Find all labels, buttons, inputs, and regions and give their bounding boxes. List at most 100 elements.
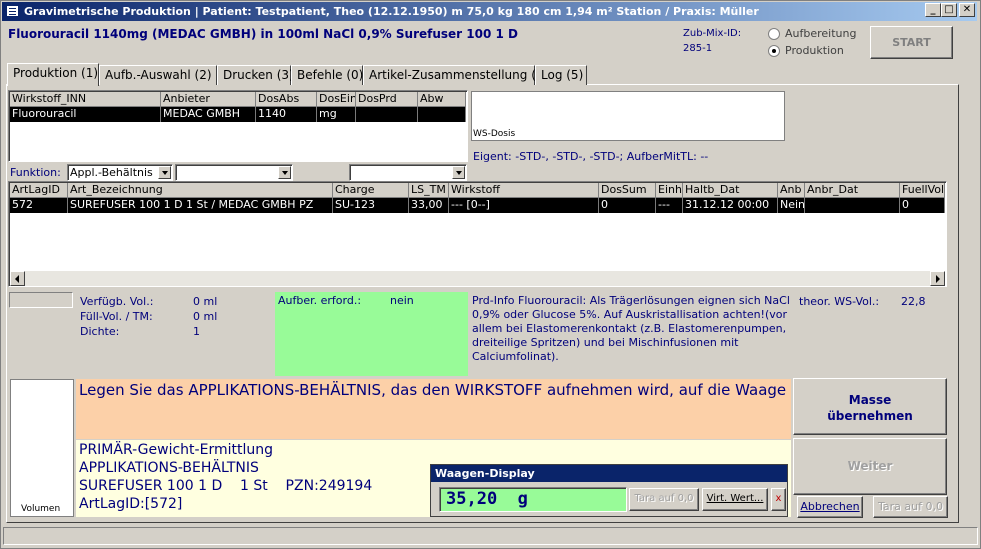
- tab-produktion[interactable]: Produktion (1): [7, 63, 99, 86]
- instruction-text: Legen Sie das APPLIKATIONS-BEHÄLTNIS, da…: [76, 379, 791, 439]
- waagen-weight-display: 35,20 g: [439, 487, 627, 512]
- drug-title: Fluorouracil 1140mg (MEDAC GMBH) in 100m…: [8, 27, 518, 41]
- table-row[interactable]: Fluorouracil MEDAC GMBH 1140 mg: [10, 107, 466, 122]
- funktion-combo-value: Appl.-Behältnis: [70, 166, 153, 179]
- cell-ls-tm: 33,00: [409, 198, 449, 213]
- col-abw[interactable]: Abw: [418, 92, 466, 107]
- details-line-1: PRIMÄR-Gewicht-Ermittlung: [79, 442, 273, 458]
- radio-circle-checked[interactable]: [768, 45, 780, 57]
- funktion-combo-2[interactable]: [175, 164, 293, 181]
- col-anbr-dat[interactable]: Anbr_Dat: [805, 183, 900, 198]
- zub-mix-value: 285-1: [683, 43, 713, 54]
- status-field: [9, 292, 73, 308]
- cell-charge: SU-123: [333, 198, 409, 213]
- app-icon: [6, 5, 19, 17]
- ws-dosis-box: WS-Dosis: [471, 91, 785, 141]
- cell-anb: Nein: [780, 198, 805, 213]
- tab-befehle[interactable]: Befehle (0): [291, 65, 363, 85]
- cell-fuellvol: 0: [900, 198, 945, 213]
- theor-ws-vol-value: 22,8: [901, 295, 926, 308]
- zub-mix-label: Zub-Mix-ID:: [683, 28, 742, 39]
- col-haltb-dat[interactable]: Haltb_Dat: [683, 183, 778, 198]
- col-dosein[interactable]: DosEin: [317, 92, 356, 107]
- dichte-value: 1: [193, 325, 200, 338]
- col-wirkstoff[interactable]: Wirkstoff: [449, 183, 599, 198]
- col-wirkstoff-inn[interactable]: Wirkstoff_INN: [10, 92, 161, 107]
- cell-einh: ---: [656, 198, 683, 213]
- weiter-button[interactable]: Weiter: [793, 438, 947, 495]
- chevron-down-icon[interactable]: [158, 166, 171, 179]
- col-dosprd[interactable]: DosPrd: [356, 92, 418, 107]
- close-button[interactable]: ✕: [959, 3, 975, 17]
- aufber-value: nein: [390, 294, 414, 307]
- cell-anbieter: MEDAC GMBH: [161, 107, 256, 122]
- waagen-display-window: Waagen-Display 35,20 g Tara auf 0,0 Virt…: [430, 464, 788, 517]
- cell-art-bezeichnung: SUREFUSER 100 1 D 1 St / MEDAC GMBH PZ: [68, 198, 333, 213]
- col-artlagid[interactable]: ArtLagID: [10, 183, 68, 198]
- table-row[interactable]: 572 SUREFUSER 100 1 D 1 St / MEDAC GMBH …: [10, 198, 945, 213]
- wirkstoff-table: Wirkstoff_INN Anbieter DosAbs DosEin Dos…: [8, 90, 468, 162]
- cell-dosein: mg: [317, 107, 356, 122]
- tab-log[interactable]: Log (5): [535, 65, 587, 85]
- col-dosabs[interactable]: DosAbs: [256, 92, 317, 107]
- radio-aufbereitung-label: Aufbereitung: [785, 27, 857, 40]
- funktion-combo-3[interactable]: [349, 164, 467, 181]
- scroll-left-icon[interactable]: [10, 271, 25, 286]
- aufber-label: Aufber. erford.:: [278, 294, 362, 307]
- artikel-table-header: ArtLagID Art_Bezeichnung Charge LS_TM Wi…: [10, 183, 945, 198]
- cell-haltb-dat: 31.12.12 00:00: [683, 198, 778, 213]
- cell-artlagid: 572: [10, 198, 68, 213]
- funktion-label: Funktion:: [10, 166, 61, 179]
- dichte-label: Dichte:: [80, 325, 120, 338]
- volumen-box: Volumen: [10, 379, 74, 517]
- cell-wirkstoff: --- [0--]: [449, 198, 599, 213]
- aufber-box: Aufber. erford.: nein: [275, 292, 468, 376]
- wirkstoff-table-header: Wirkstoff_INN Anbieter DosAbs DosEin Dos…: [10, 92, 466, 107]
- cell-abw: [418, 107, 466, 122]
- theor-ws-vol-label: theor. WS-Vol.:: [799, 295, 880, 308]
- status-bar: [3, 527, 978, 545]
- cell-wirkstoff: Fluorouracil: [10, 107, 161, 122]
- horizontal-scrollbar[interactable]: [10, 271, 945, 286]
- tab-artikel-zusammenstellung[interactable]: Artikel-Zusammenstellung (4): [363, 65, 548, 85]
- maximize-button[interactable]: □: [941, 3, 957, 17]
- col-anb[interactable]: Anb: [778, 183, 805, 198]
- eigent-text: Eigent: -STD-, -STD-, -STD-; AufberMitTL…: [473, 150, 709, 163]
- col-fuellvol[interactable]: FuellVolS: [900, 183, 945, 198]
- waagen-display-title: Waagen-Display: [431, 465, 787, 482]
- title-bar: Gravimetrische Produktion | Patient: Tes…: [2, 2, 977, 21]
- verfuegb-vol-value: 0 ml: [193, 295, 218, 308]
- minimize-button[interactable]: _: [925, 3, 941, 17]
- masse-uebernehmen-button[interactable]: Masse übernehmen: [793, 378, 947, 435]
- tab-strip: Produktion (1) Aufb.-Auswahl (2) Drucken…: [7, 63, 607, 86]
- col-dossum[interactable]: DosSum: [599, 183, 656, 198]
- waagen-close-button[interactable]: x: [771, 488, 786, 511]
- ws-dosis-label: WS-Dosis: [473, 129, 516, 139]
- cell-anbr-dat: [805, 198, 900, 213]
- tara-button[interactable]: Tara auf 0,0: [873, 496, 948, 518]
- start-button[interactable]: START: [870, 26, 953, 59]
- verfuegb-vol-label: Verfügb. Vol.:: [80, 295, 154, 308]
- fuell-vol-value: 0 ml: [193, 310, 218, 323]
- col-anbieter[interactable]: Anbieter: [161, 92, 256, 107]
- scroll-right-icon[interactable]: [930, 271, 945, 286]
- virt-wert-button[interactable]: Virt. Wert...: [702, 488, 768, 511]
- col-art-bezeichnung[interactable]: Art_Bezeichnung: [68, 183, 333, 198]
- chevron-down-icon[interactable]: [452, 166, 465, 179]
- tab-aufb-auswahl[interactable]: Aufb.-Auswahl (2): [99, 65, 217, 85]
- chevron-down-icon[interactable]: [278, 166, 291, 179]
- artikel-table: ArtLagID Art_Bezeichnung Charge LS_TM Wi…: [8, 181, 947, 287]
- cell-dosprd: [356, 107, 418, 122]
- waagen-tara-button[interactable]: Tara auf 0,0: [629, 488, 699, 511]
- fuell-vol-label: Füll-Vol. / TM:: [80, 310, 153, 323]
- col-ls-tm[interactable]: LS_TM: [409, 183, 449, 198]
- col-einh[interactable]: Einh: [656, 183, 683, 198]
- radio-circle[interactable]: [768, 28, 780, 40]
- window-title: Gravimetrische Produktion | Patient: Tes…: [24, 5, 759, 18]
- prd-info-text: Prd-Info Fluorouracil: Als Trägerlösunge…: [472, 294, 790, 363]
- col-charge[interactable]: Charge: [333, 183, 409, 198]
- tab-drucken[interactable]: Drucken (3): [217, 65, 294, 85]
- volumen-label: Volumen: [21, 504, 61, 514]
- funktion-combo[interactable]: Appl.-Behältnis: [67, 164, 173, 181]
- abbrechen-button[interactable]: Abbrechen: [797, 496, 863, 518]
